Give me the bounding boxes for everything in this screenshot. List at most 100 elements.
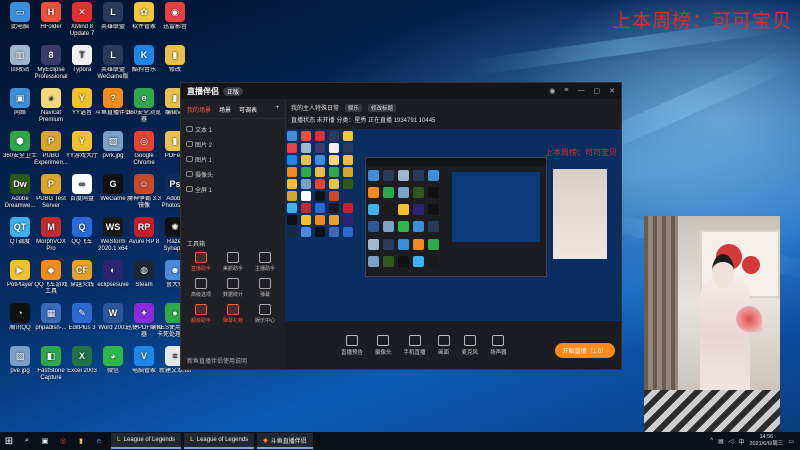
tool-icon — [227, 278, 239, 289]
menu-icon[interactable]: ≡ — [564, 87, 568, 95]
help-link[interactable]: 新鱼直播伴侣使用说明 — [187, 356, 247, 365]
desktop-app-icon: ☺ — [134, 174, 154, 194]
control-label: 手机直播 — [403, 349, 426, 356]
preview-mini-icon — [343, 131, 353, 141]
app-logo: 直播伴侣 — [187, 86, 219, 96]
preview-mini-icon — [329, 179, 339, 189]
control-button[interactable]: 扬声器 — [490, 334, 507, 356]
preview-mini-icon — [287, 203, 297, 213]
control-button[interactable]: 摄像头 — [375, 334, 392, 356]
taskbar-app-label: League of Legends — [123, 437, 176, 443]
toolbox-item[interactable]: 美颜助手 — [217, 252, 249, 272]
tool-icon — [227, 304, 239, 315]
toolbox-item[interactable]: 高级选项 — [185, 278, 217, 298]
desktop-app-icon: WS — [103, 217, 123, 237]
ime-indicator[interactable]: 中 — [738, 437, 744, 446]
scene-panel: 我的场景 场景 可调表 + 文本 1 图片 2 图片 1 摄像头 全屏 1 工具箱 直播… — [181, 99, 286, 369]
control-label: 扬声器 — [490, 349, 507, 356]
app-titlebar[interactable]: 直播伴侣 正版 ◉ ≡ — ▢ ✕ — [181, 83, 621, 99]
taskbar-app-douyu[interactable]: ◆ 斗鱼直播伴侣 — [257, 433, 313, 449]
desktop-app-icon: K — [134, 45, 154, 65]
control-icon — [408, 334, 421, 346]
source-list: 文本 1 图片 2 图片 1 摄像头 全屏 1 — [181, 119, 285, 196]
toolbox-item[interactable]: 弹幕礼物 — [217, 304, 249, 324]
nested-mini-icon — [383, 170, 394, 181]
control-button[interactable]: 直播预告 — [341, 334, 363, 356]
preview-mini-icon — [315, 203, 325, 213]
streaming-app-window[interactable]: 直播伴侣 正版 ◉ ≡ — ▢ ✕ 我的场景 场景 可调表 + 文本 1 图片 2… — [180, 82, 622, 370]
source-item[interactable]: 摄像头 — [181, 166, 285, 181]
desktop-app-icon: X — [72, 346, 92, 366]
tool-icon — [259, 278, 271, 289]
taskbar-app-label: 斗鱼直播伴侣 — [270, 438, 307, 445]
desktop-app-icon: ▥ — [10, 45, 30, 65]
tool-icon — [195, 304, 207, 315]
desktop-app-icon: ▨ — [10, 346, 30, 366]
search-icon[interactable]: ⌕ — [20, 435, 34, 447]
file-explorer-icon[interactable]: ▮ — [74, 435, 88, 447]
source-item[interactable]: 全屏 1 — [181, 181, 285, 196]
minimize-icon[interactable]: — — [578, 87, 585, 95]
toolbox-item[interactable]: 数据统计 — [217, 278, 249, 298]
nested-mini-icon — [413, 187, 424, 199]
control-button[interactable]: 画面 — [437, 334, 450, 356]
control-button[interactable]: 麦克风 — [462, 334, 478, 356]
category-tag[interactable]: 娱乐 — [345, 103, 363, 112]
desktop-app-icon: Dw — [10, 174, 30, 194]
taskbar: ⊞ ⌕ ▣ ◎ ▮ e L League of Legends L League o… — [0, 432, 800, 450]
nested-mini-icon — [398, 187, 409, 199]
start-button[interactable]: ⊞ — [0, 436, 18, 447]
control-icon — [437, 334, 450, 346]
avatar[interactable]: ◉ — [549, 87, 555, 95]
toolbox-item[interactable]: 弹幕 — [249, 278, 281, 298]
tool-label: 美颜助手 — [222, 266, 243, 272]
nested-app-preview — [365, 157, 547, 277]
control-label: 画面 — [438, 349, 450, 356]
edit-title-button[interactable]: 修改标题 — [368, 103, 397, 112]
notification-icon[interactable]: ▭ — [788, 438, 794, 445]
control-icon — [346, 334, 358, 346]
nested-mini-icon — [368, 187, 379, 199]
toolbox-item[interactable]: 超级助手 — [185, 304, 217, 324]
desktop-app-icon: ◉ — [165, 2, 185, 22]
tab-list[interactable]: 可调表 — [239, 105, 257, 114]
preview-mini-icon — [301, 143, 311, 153]
tray-overflow-icon[interactable]: ^ — [710, 438, 713, 444]
source-item[interactable]: 文本 1 — [181, 121, 285, 136]
nested-mini-icon — [413, 255, 424, 267]
nested-mini-icon — [428, 255, 439, 267]
desktop-app-icon: P — [41, 131, 61, 151]
control-icon — [492, 334, 505, 346]
taskbar-app-lol-1[interactable]: L League of Legends — [111, 433, 182, 449]
desktop-icon[interactable]: ◉ 迅雷影音 — [156, 2, 194, 31]
chrome-icon[interactable]: ◎ — [56, 435, 70, 447]
desktop-app-icon: ▶ — [10, 260, 30, 280]
edge-icon[interactable]: e — [92, 435, 106, 447]
control-button[interactable]: 手机直播 — [403, 334, 426, 356]
toolbox-item[interactable]: 娱乐中心 — [249, 304, 281, 324]
task-view-icon[interactable]: ▣ — [38, 435, 52, 447]
preview-mini-icon — [329, 227, 339, 237]
desktop-app-icon: e — [134, 88, 154, 108]
maximize-icon[interactable]: ▢ — [594, 87, 601, 95]
close-icon[interactable]: ✕ — [609, 87, 615, 95]
toolbox-item[interactable]: 直播助手 — [185, 252, 217, 272]
desktop-app-icon: ✿ — [134, 2, 154, 22]
taskbar-app-lol-2[interactable]: L League of Legends — [184, 433, 255, 449]
volume-icon[interactable]: ◁ — [729, 438, 734, 445]
tool-icon — [259, 304, 271, 315]
desktop-icon[interactable]: ▮ 修改 — [156, 45, 194, 74]
preview-mini-icon — [343, 167, 353, 177]
network-icon[interactable]: ▤ — [718, 438, 724, 445]
tab-scene[interactable]: 场景 — [219, 105, 231, 114]
go-live-button[interactable]: 开始直播（1.0） — [554, 343, 615, 358]
preview-mini-icon — [287, 131, 297, 141]
source-item[interactable]: 图片 2 — [181, 136, 285, 151]
toolbox-item[interactable]: 主播助手 — [249, 252, 281, 272]
source-item[interactable]: 图片 1 — [181, 151, 285, 166]
version-badge[interactable]: 正版 — [223, 86, 244, 96]
desktop-app-icon: RP — [134, 217, 154, 237]
add-scene-icon[interactable]: + — [275, 105, 279, 114]
tab-my-scene[interactable]: 我的场景 — [187, 105, 211, 114]
clock[interactable]: 14:56 2021/6/6/周三 — [749, 434, 783, 448]
